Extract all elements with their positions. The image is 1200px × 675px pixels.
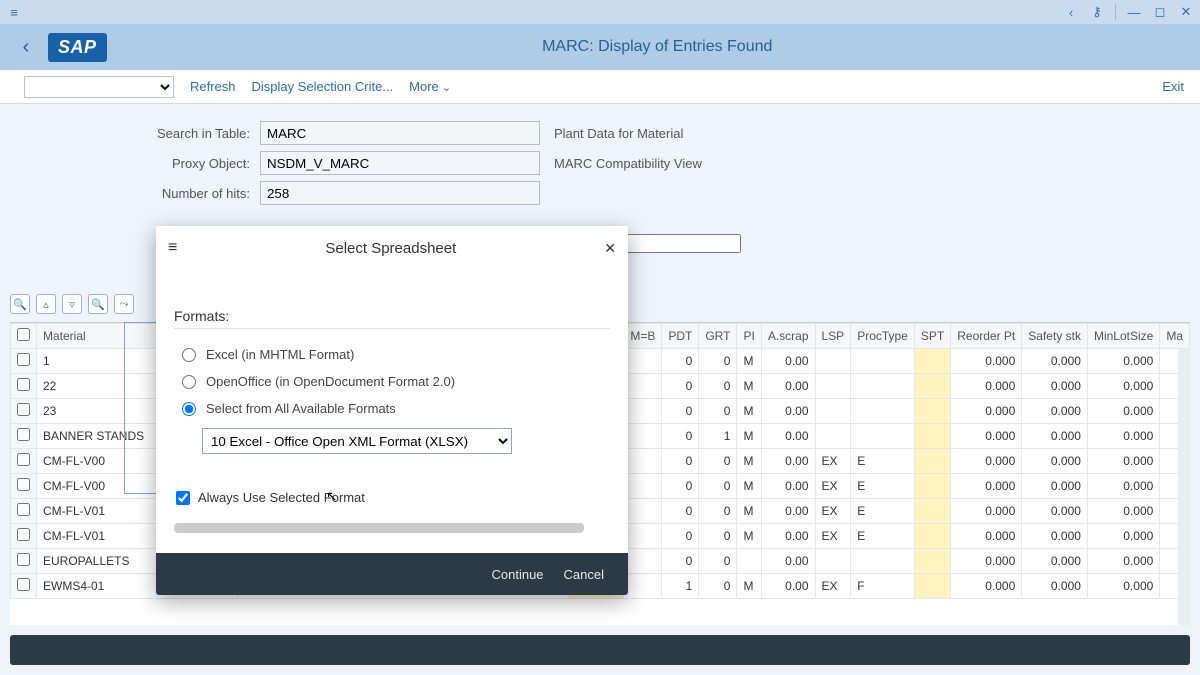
proxy-input[interactable] <box>260 151 540 175</box>
find-icon[interactable]: 🔍 <box>88 294 108 314</box>
hits-label: Number of hits: <box>0 186 260 201</box>
back-button[interactable]: ‹ <box>12 36 40 59</box>
sort-asc-icon[interactable]: ▵ <box>36 294 56 314</box>
select-all-checkbox[interactable] <box>17 328 30 341</box>
radio-openoffice-label: OpenOffice (in OpenDocument Format 2.0) <box>206 374 455 389</box>
row-checkbox[interactable] <box>17 578 30 591</box>
details-icon[interactable]: 🔍 <box>10 294 30 314</box>
formats-heading: Formats: <box>174 308 610 329</box>
refresh-link[interactable]: Refresh <box>190 79 236 94</box>
separator <box>1115 4 1116 20</box>
row-checkbox[interactable] <box>17 428 30 441</box>
status-bar <box>10 635 1190 665</box>
dialog-horizontal-scrollbar[interactable] <box>174 523 584 533</box>
sap-logo: SAP <box>48 33 107 62</box>
prev-icon[interactable]: ‹ <box>1063 4 1079 20</box>
page-title: MARC: Display of Entries Found <box>127 38 1188 56</box>
command-select[interactable] <box>24 76 174 98</box>
row-checkbox[interactable] <box>17 553 30 566</box>
dialog-title: Select Spreadsheet <box>177 240 604 257</box>
col-ma[interactable]: Ma <box>1160 324 1190 349</box>
row-checkbox[interactable] <box>17 528 30 541</box>
hits-input[interactable] <box>260 181 540 205</box>
row-checkbox[interactable] <box>17 403 30 416</box>
row-checkbox[interactable] <box>17 478 30 491</box>
cancel-button[interactable]: Cancel <box>564 567 604 582</box>
continue-button[interactable]: Continue <box>491 567 543 582</box>
row-checkbox[interactable] <box>17 378 30 391</box>
minimize-icon[interactable]: — <box>1126 4 1142 20</box>
col-safety[interactable]: Safety stk <box>1022 324 1088 349</box>
search-table-label: Search in Table: <box>0 126 260 141</box>
dialog-close-icon[interactable]: ✕ <box>604 240 616 257</box>
col-mb[interactable]: M=B <box>624 324 662 349</box>
form-area: Search in Table: Plant Data for Material… <box>0 104 1200 216</box>
col-ascrap[interactable]: A.scrap <box>761 324 815 349</box>
radio-excel-label: Excel (in MHTML Format) <box>206 347 354 362</box>
col-pi[interactable]: PI <box>737 324 761 349</box>
grid-toolbar: 🔍 ▵ ▿ 🔍 ⤳ <box>10 294 134 314</box>
row-checkbox[interactable] <box>17 503 30 516</box>
format-dropdown[interactable]: 10 Excel - Office Open XML Format (XLSX) <box>202 428 512 454</box>
col-select[interactable] <box>11 324 37 349</box>
app-header: ‹ SAP MARC: Display of Entries Found <box>0 24 1200 70</box>
always-use-checkbox-row[interactable]: Always Use Selected Format <box>174 490 610 505</box>
col-minlot[interactable]: MinLotSize <box>1087 324 1159 349</box>
radio-excel-mhtml[interactable]: Excel (in MHTML Format) <box>174 341 610 368</box>
row-checkbox[interactable] <box>17 453 30 466</box>
always-use-label: Always Use Selected Format <box>198 490 365 505</box>
radio-openoffice[interactable]: OpenOffice (in OpenDocument Format 2.0) <box>174 368 610 395</box>
proxy-label: Proxy Object: <box>0 156 260 171</box>
exit-link[interactable]: Exit <box>1162 79 1184 94</box>
row-checkbox[interactable] <box>17 353 30 366</box>
search-table-desc: Plant Data for Material <box>554 126 683 141</box>
proxy-desc: MARC Compatibility View <box>554 156 702 171</box>
always-use-checkbox[interactable] <box>176 491 190 505</box>
col-reorder[interactable]: Reorder Pt <box>951 324 1022 349</box>
vertical-scrollbar[interactable] <box>1178 349 1190 625</box>
more-menu[interactable]: More <box>409 79 451 94</box>
col-lsp[interactable]: LSP <box>815 324 851 349</box>
col-proctype[interactable]: ProcType <box>851 324 915 349</box>
select-spreadsheet-dialog: ≡ Select Spreadsheet ✕ Formats: Excel (i… <box>156 226 628 595</box>
window-titlebar: ≡ ‹ ⚷ — ◻ ✕ <box>0 0 1200 24</box>
col-spt[interactable]: SPT <box>914 324 950 349</box>
col-grt[interactable]: GRT <box>699 324 737 349</box>
hamburger-icon[interactable]: ≡ <box>6 4 22 20</box>
dialog-menu-icon[interactable]: ≡ <box>168 239 177 257</box>
lock-open-icon[interactable]: ⚷ <box>1089 4 1105 20</box>
col-pdt[interactable]: PDT <box>662 324 699 349</box>
sort-desc-icon[interactable]: ▿ <box>62 294 82 314</box>
maximize-icon[interactable]: ◻ <box>1152 4 1168 20</box>
radio-all-label: Select from All Available Formats <box>206 401 396 416</box>
toolbar: Refresh Display Selection Crite... More … <box>0 70 1200 104</box>
radio-all-formats[interactable]: Select from All Available Formats <box>174 395 610 422</box>
display-selection-link[interactable]: Display Selection Crite... <box>252 79 394 94</box>
close-window-icon[interactable]: ✕ <box>1178 4 1194 20</box>
search-table-input[interactable] <box>260 121 540 145</box>
find-next-icon[interactable]: ⤳ <box>114 294 134 314</box>
